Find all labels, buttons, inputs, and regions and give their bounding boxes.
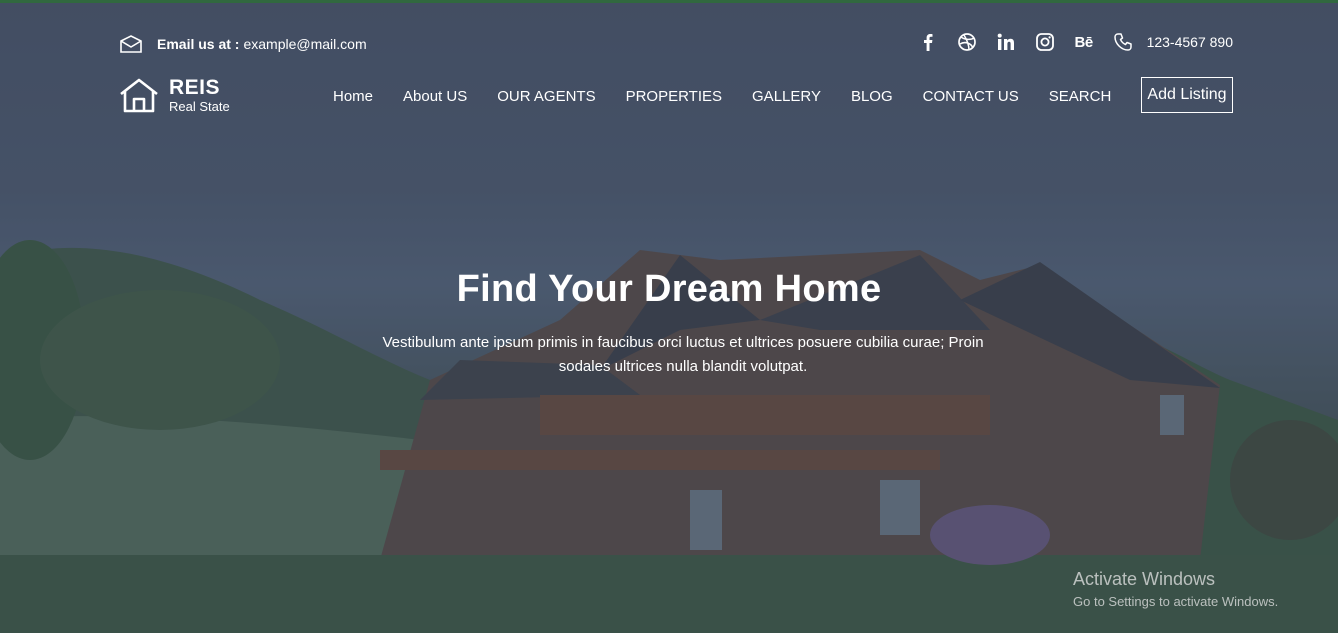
linkedin-icon[interactable] bbox=[994, 30, 1018, 54]
dribbble-icon[interactable] bbox=[955, 30, 979, 54]
house-icon bbox=[120, 78, 158, 113]
logo-name: REIS bbox=[169, 76, 221, 99]
hero-description-line-1: Vestibulum ante ipsum primis in faucibus… bbox=[382, 334, 984, 351]
watermark-title: Activate Windows bbox=[1073, 569, 1216, 589]
nav-properties[interactable]: PROPERTIES bbox=[626, 88, 722, 105]
nav-blog[interactable]: BLOG bbox=[851, 88, 893, 105]
nav-our-agents[interactable]: OUR AGENTS bbox=[497, 88, 595, 105]
hero-title: Find Your Dream Home bbox=[456, 268, 882, 310]
envelope-icon bbox=[120, 35, 142, 53]
social-links: Bē 123-4567 890 bbox=[901, 30, 1233, 54]
add-listing-button[interactable]: Add Listing bbox=[1141, 77, 1233, 113]
email-contact[interactable]: Email us at : example@mail.com bbox=[119, 33, 367, 55]
email-value[interactable]: example@mail.com bbox=[243, 36, 366, 52]
hero-description-line-2: sodales ultrices nulla blandit volutpat. bbox=[558, 358, 808, 375]
top-bar: Email us at : example@mail.com Bē 123-45… bbox=[119, 30, 1233, 58]
phone-icon bbox=[1111, 30, 1135, 54]
email-label: Email us at : bbox=[157, 36, 240, 52]
activate-windows-watermark: Activate Windows Go to Settings to activ… bbox=[1073, 569, 1278, 609]
nav-search[interactable]: SEARCH bbox=[1049, 88, 1112, 105]
logo-tagline: Real State bbox=[169, 99, 230, 114]
facebook-icon[interactable] bbox=[916, 30, 940, 54]
hero-description: Vestibulum ante ipsum primis in faucibus… bbox=[355, 331, 1011, 379]
main-nav: Home About US OUR AGENTS PROPERTIES GALL… bbox=[333, 86, 1111, 106]
watermark-subtitle: Go to Settings to activate Windows. bbox=[1073, 594, 1279, 609]
behance-icon[interactable]: Bē bbox=[1072, 30, 1096, 54]
phone-number[interactable]: 123-4567 890 bbox=[1147, 34, 1233, 50]
nav-home[interactable]: Home bbox=[333, 88, 373, 105]
nav-contact-us[interactable]: CONTACT US bbox=[923, 88, 1019, 105]
nav-about-us[interactable]: About US bbox=[403, 88, 467, 105]
instagram-icon[interactable] bbox=[1033, 30, 1057, 54]
nav-gallery[interactable]: GALLERY bbox=[752, 88, 821, 105]
site-logo[interactable]: REIS Real State bbox=[119, 77, 230, 113]
hero-section: Email us at : example@mail.com Bē 123-45… bbox=[0, 0, 1338, 633]
